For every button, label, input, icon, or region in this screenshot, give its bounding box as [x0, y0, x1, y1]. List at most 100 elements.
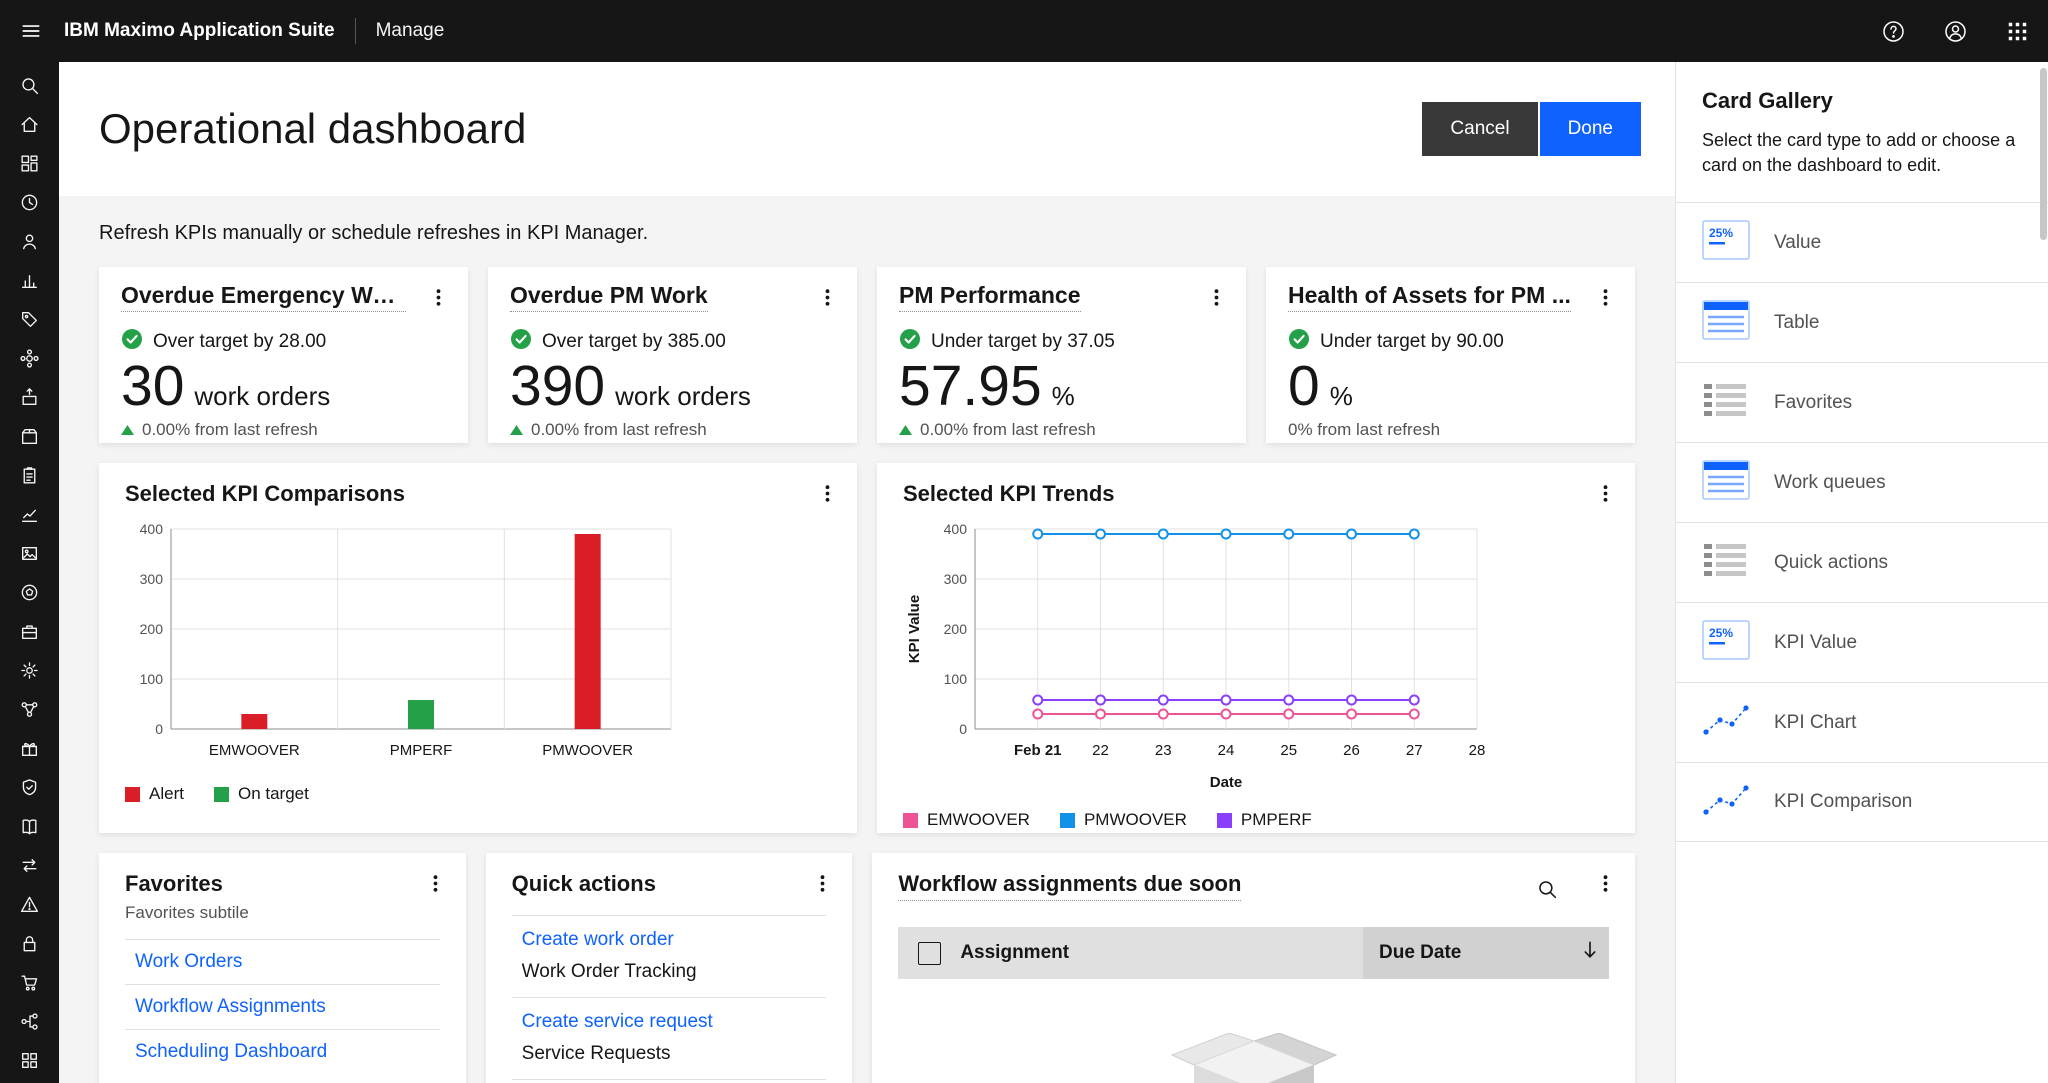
sidebar-icon-reports[interactable]: [0, 261, 59, 300]
bar-chart: 0100200300400EMWOOVERPMPERFPMWOOVER: [125, 521, 831, 772]
trends-card-menu-button[interactable]: [1587, 475, 1623, 511]
svg-text:25%: 25%: [1709, 626, 1733, 640]
gallery-item-label: Value: [1774, 232, 1821, 254]
sidebar-icon-recently-viewed[interactable]: [0, 183, 59, 222]
sidebar-icon-tags[interactable]: [0, 300, 59, 339]
kpi-trends-card: Selected KPI Trends 0100200300400Feb 212…: [877, 463, 1635, 833]
kpi-value-row: 390work orders: [510, 357, 835, 416]
gallery-item-table[interactable]: Table: [1676, 282, 2048, 362]
kpi-value: 30: [121, 357, 184, 416]
sidebar-icon-people[interactable]: [0, 222, 59, 261]
comparisons-title: Selected KPI Comparisons: [125, 481, 831, 507]
user-avatar-icon[interactable]: [1924, 0, 1986, 62]
sidebar-icon-workflow[interactable]: [0, 1002, 59, 1041]
kpi-card-menu-button[interactable]: [420, 279, 456, 315]
search-icon[interactable]: [1529, 871, 1565, 907]
left-navigation: [0, 62, 59, 1083]
refresh-note: Refresh KPIs manually or schedule refres…: [99, 222, 1635, 245]
sidebar-icon-documentation[interactable]: [0, 807, 59, 846]
table-card-icon: [1702, 460, 1750, 505]
quick-action-create-service-request[interactable]: Create service requestService Requests: [512, 997, 827, 1079]
quick-action-create-purchase-request[interactable]: Create purchase request: [512, 1079, 827, 1083]
sidebar-icon-images[interactable]: [0, 534, 59, 573]
quick-action-create-work-order[interactable]: Create work orderWork Order Tracking: [512, 915, 827, 997]
dashboard-header: Operational dashboard Cancel Done: [59, 62, 1675, 196]
sidebar-icon-settings[interactable]: [0, 651, 59, 690]
quick-action-link[interactable]: Create service request: [522, 1009, 827, 1034]
gallery-item-work-queues[interactable]: Work queues: [1676, 442, 2048, 522]
select-all-checkbox[interactable]: [918, 942, 941, 965]
sidebar-icon-analytics[interactable]: [0, 495, 59, 534]
card-gallery-description: Select the card type to add or choose a …: [1702, 128, 2022, 178]
sidebar-icon-work-orders[interactable]: [0, 456, 59, 495]
kpi-status-text: Over target by 28.00: [153, 331, 326, 353]
favorite-link-scheduling-dashboard[interactable]: Scheduling Dashboard: [125, 1029, 440, 1074]
favorites-card-menu-button[interactable]: [418, 865, 454, 901]
workflow-card-menu-button[interactable]: [1587, 865, 1623, 901]
cancel-button[interactable]: Cancel: [1422, 102, 1537, 156]
page-scrollbar[interactable]: [2040, 68, 2047, 240]
sidebar-icon-tools[interactable]: [0, 612, 59, 651]
checkmark-icon: [121, 328, 143, 356]
sidebar-icon-security[interactable]: [0, 768, 59, 807]
kpi-card-menu-button[interactable]: [809, 279, 845, 315]
svg-text:400: 400: [944, 521, 968, 537]
sidebar-icon-assets[interactable]: [0, 339, 59, 378]
assignment-column-header[interactable]: Assignment: [960, 942, 1363, 964]
sidebar-icon-dashboard[interactable]: [0, 144, 59, 183]
sidebar-icon-inventory[interactable]: [0, 417, 59, 456]
gallery-item-kpi-value[interactable]: 25%KPI Value: [1676, 602, 2048, 682]
kpi-card-menu-button[interactable]: [1587, 279, 1623, 315]
kpi-chart-card-icon: [1702, 700, 1750, 745]
gallery-item-value[interactable]: 25%Value: [1676, 202, 2048, 282]
done-button[interactable]: Done: [1540, 102, 1641, 156]
card-gallery-title: Card Gallery: [1702, 88, 2022, 114]
favorite-link-work-orders[interactable]: Work Orders: [125, 939, 440, 984]
sidebar-icon-search[interactable]: [0, 66, 59, 105]
svg-text:24: 24: [1218, 742, 1235, 759]
svg-text:PMPERF: PMPERF: [390, 742, 453, 759]
sidebar-icon-lock[interactable]: [0, 924, 59, 963]
kpi-status-text: Over target by 385.00: [542, 331, 726, 353]
legend-item-on-target: On target: [214, 784, 309, 804]
workflow-title: Workflow assignments due soon: [898, 871, 1241, 901]
legend-swatch: [903, 813, 918, 828]
sidebar-icon-app-grid[interactable]: [0, 1041, 59, 1080]
menu-button[interactable]: [0, 0, 62, 62]
gallery-item-label: Table: [1774, 312, 1819, 334]
sidebar-icon-home[interactable]: [0, 105, 59, 144]
due-date-column-header[interactable]: Due Date: [1363, 927, 1609, 979]
quick-actions-card-menu-button[interactable]: [804, 865, 840, 901]
checkmark-icon: [510, 328, 532, 356]
kpi-card-title: Health of Assets for PM ...: [1288, 283, 1571, 312]
checkmark-icon: [1288, 328, 1310, 356]
comparisons-card-menu-button[interactable]: [809, 475, 845, 511]
header-divider: [355, 18, 356, 44]
kpi-card-title: PM Performance: [899, 283, 1081, 312]
sidebar-icon-data-exchange[interactable]: [0, 846, 59, 885]
help-icon[interactable]: [1862, 0, 1924, 62]
quick-action-link[interactable]: Create work order: [522, 927, 827, 952]
kpi-unit: work orders: [615, 381, 751, 412]
app-header: IBM Maximo Application Suite Manage: [0, 0, 2048, 62]
kpi-card-title: Overdue Emergency Work: [121, 283, 406, 312]
trend-up-icon: [121, 420, 134, 440]
gallery-item-kpi-chart[interactable]: KPI Chart: [1676, 682, 2048, 762]
kpi-card-overdue-pm-work: Overdue PM WorkOver target by 385.00390w…: [488, 267, 857, 443]
gallery-item-quick-actions[interactable]: Quick actions: [1676, 522, 2048, 602]
kpi-card-menu-button[interactable]: [1198, 279, 1234, 315]
favorites-list: Work OrdersWorkflow AssignmentsSchedulin…: [125, 939, 440, 1074]
sidebar-icon-integration[interactable]: [0, 690, 59, 729]
trend-up-icon: [899, 420, 912, 440]
sidebar-icon-alerts[interactable]: [0, 885, 59, 924]
header-global-actions: [1862, 0, 2048, 62]
sidebar-icon-safety[interactable]: [0, 573, 59, 612]
sidebar-icon-packages[interactable]: [0, 729, 59, 768]
sidebar-icon-purchasing[interactable]: [0, 963, 59, 1002]
gallery-item-kpi-comparison[interactable]: KPI Comparison: [1676, 762, 2048, 842]
gallery-item-favorites[interactable]: Favorites: [1676, 362, 2048, 442]
list-card-icon: [1702, 380, 1750, 425]
app-switcher-icon[interactable]: [1986, 0, 2048, 62]
favorite-link-workflow-assignments[interactable]: Workflow Assignments: [125, 984, 440, 1029]
sidebar-icon-issue-inventory[interactable]: [0, 378, 59, 417]
